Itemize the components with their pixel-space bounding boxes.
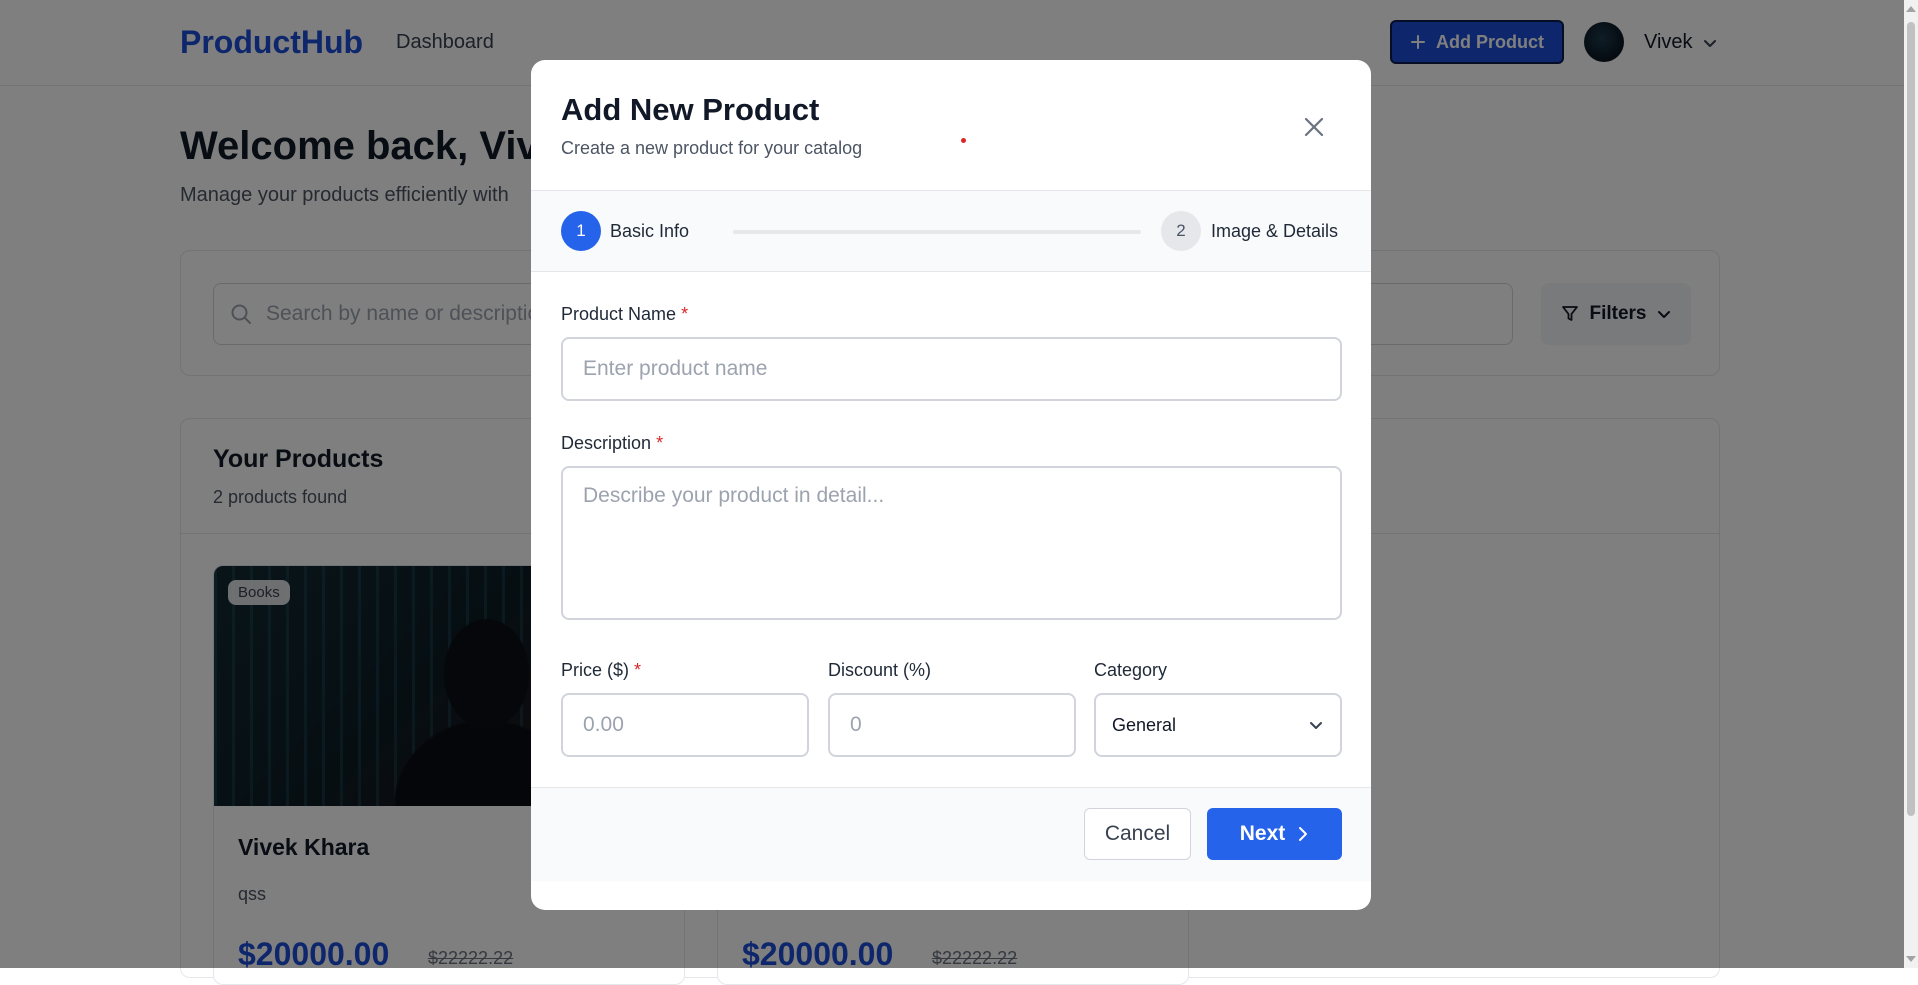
step-progress-line [733, 230, 1141, 234]
category-label: Category [1094, 660, 1167, 681]
required-mark: * [634, 660, 642, 680]
price-input[interactable] [561, 693, 809, 757]
scroll-down-arrow[interactable] [1906, 956, 1916, 962]
description-label-text: Description [561, 433, 652, 453]
product-name-label: Product Name * [561, 304, 688, 325]
scroll-up-arrow[interactable] [1906, 6, 1916, 12]
modal-footer: Cancel Next [531, 787, 1371, 881]
discount-label: Discount (%) [828, 660, 931, 681]
category-label-text: Category [1094, 660, 1168, 680]
required-mark: * [681, 304, 689, 324]
modal-subtitle: Create a new product for your catalog [561, 138, 863, 158]
scroll-thumb[interactable] [1907, 22, 1915, 816]
modal-title: Add New Product [561, 92, 820, 127]
cursor-dot [961, 138, 966, 143]
close-icon [1304, 117, 1324, 137]
step-2-label: Image & Details [1211, 221, 1339, 241]
description-textarea[interactable] [561, 466, 1342, 620]
cancel-button[interactable]: Cancel [1084, 808, 1191, 860]
discount-label-text: Discount (%) [828, 660, 932, 680]
next-button[interactable]: Next [1207, 808, 1342, 860]
discount-input[interactable] [828, 693, 1076, 757]
description-label: Description * [561, 433, 663, 454]
next-button-label: Next [1239, 822, 1286, 845]
price-label-text: Price ($) [561, 660, 630, 680]
modal-header: Add New Product Create a new product for… [531, 60, 1371, 191]
chevron-down-icon [1310, 722, 1322, 729]
chevron-right-icon [1299, 827, 1308, 841]
page-scrollbar[interactable] [1904, 0, 1918, 968]
category-selected-value: General [1112, 714, 1177, 735]
close-button[interactable] [1297, 110, 1331, 144]
required-mark: * [656, 433, 664, 453]
product-name-label-text: Product Name [561, 304, 677, 324]
product-name-input[interactable] [561, 337, 1342, 401]
step-2-circle: 2 [1161, 211, 1201, 251]
add-product-modal: Add New Product Create a new product for… [531, 60, 1371, 910]
step-1-circle: 1 [561, 211, 601, 251]
step-1-label: Basic Info [610, 221, 690, 241]
step-indicator: 1 Basic Info 2 Image & Details [531, 191, 1371, 272]
category-select[interactable]: General [1094, 693, 1342, 757]
price-label: Price ($) * [561, 660, 641, 681]
